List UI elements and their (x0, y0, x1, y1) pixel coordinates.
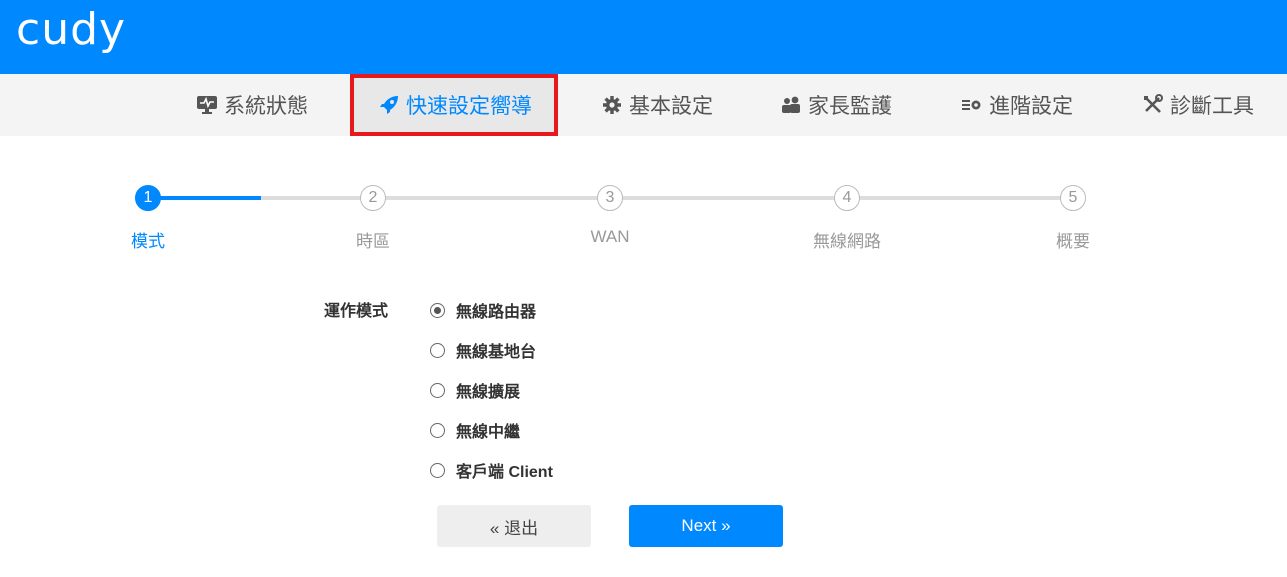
nav-label: 系統狀態 (224, 95, 308, 118)
mode-option-access-point[interactable]: 無線基地台 (430, 338, 536, 362)
nav-label: 基本設定 (629, 95, 713, 118)
tools-icon (1142, 94, 1164, 116)
step-5-circle: 5 (1060, 185, 1086, 211)
mode-option-label: 無線基地台 (456, 344, 537, 361)
radio-button[interactable] (430, 422, 445, 438)
next-button[interactable]: Next » (629, 505, 783, 547)
step-4-label: 無線網路 (813, 232, 881, 251)
nav-system-status[interactable]: 系統狀態 (196, 74, 308, 136)
mode-option-repeater[interactable]: 無線中繼 (430, 418, 520, 442)
step-3-circle: 3 (597, 185, 623, 211)
mode-option-extender[interactable]: 無線擴展 (430, 378, 520, 402)
nav-label: 快速設定嚮導 (406, 95, 532, 118)
users-icon (780, 94, 802, 116)
main-nav: 系統狀態 快速設定嚮導 基本設定 家長監護 進階設定 診斷工具 (0, 74, 1287, 136)
nav-parental-control[interactable]: 家長監護 (780, 74, 892, 136)
rocket-icon (378, 94, 400, 116)
mode-option-label: 無線擴展 (456, 384, 521, 401)
mode-option-client[interactable]: 客戶端 Client (430, 458, 553, 482)
radio-button[interactable] (430, 342, 445, 358)
operation-mode-label: 運作模式 (324, 303, 389, 320)
monitor-icon (196, 94, 218, 116)
nav-label: 家長監護 (808, 95, 892, 118)
step-2-circle: 2 (360, 185, 386, 211)
step-3-label: WAN (590, 227, 630, 246)
step-progress (148, 196, 261, 200)
nav-advanced-settings[interactable]: 進階設定 (961, 74, 1073, 136)
radio-button[interactable] (430, 382, 445, 398)
mode-option-label: 客戶端 Client (456, 464, 553, 481)
exit-button[interactable]: « 退出 (437, 505, 591, 547)
cudy-logo[interactable]: cudy (16, 4, 126, 55)
step-track (847, 196, 1073, 200)
step-2-label: 時區 (356, 232, 390, 251)
step-track (610, 196, 847, 200)
advanced-settings-icon (961, 94, 983, 116)
mode-option-label: 無線中繼 (456, 424, 521, 441)
wizard-stepper: 1 2 3 4 5 模式 時區 WAN 無線網路 概要 (0, 180, 1287, 251)
radio-button[interactable] (430, 302, 445, 318)
mode-option-label: 無線路由器 (456, 304, 537, 321)
nav-basic-settings[interactable]: 基本設定 (601, 74, 713, 136)
header-bar: cudy (0, 0, 1287, 74)
radio-button[interactable] (430, 462, 445, 478)
nav-quick-setup[interactable]: 快速設定嚮導 (354, 74, 554, 136)
step-5-label: 概要 (1056, 232, 1090, 251)
step-4-circle: 4 (834, 185, 860, 211)
nav-diagnostic-tools[interactable]: 診斷工具 (1142, 74, 1254, 136)
step-track (373, 196, 610, 200)
mode-option-wireless-router[interactable]: 無線路由器 (430, 298, 536, 322)
nav-label: 進階設定 (989, 95, 1073, 118)
step-1-label: 模式 (131, 232, 165, 251)
nav-label: 診斷工具 (1170, 95, 1254, 118)
step-1-circle: 1 (135, 185, 161, 211)
gear-icon (601, 94, 623, 116)
